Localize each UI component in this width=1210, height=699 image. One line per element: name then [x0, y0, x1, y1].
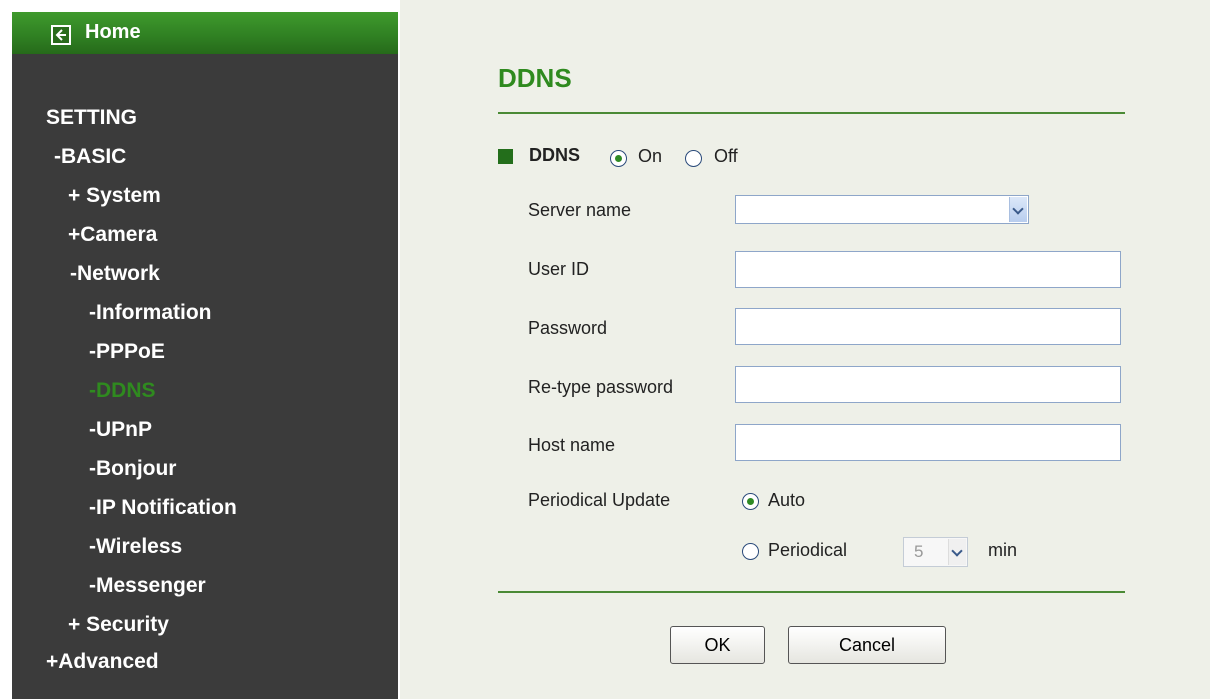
menu-system[interactable]: + System: [68, 184, 161, 208]
home-link[interactable]: Home: [12, 12, 398, 54]
menu-wireless[interactable]: -Wireless: [89, 535, 182, 559]
section-bullet-icon: [498, 149, 513, 164]
server-name-select[interactable]: [735, 195, 1029, 224]
cancel-button[interactable]: Cancel: [788, 626, 946, 664]
divider-top: [498, 112, 1125, 114]
period-value: 5: [914, 542, 924, 561]
host-name-label: Host name: [528, 435, 616, 455]
menu-upnp[interactable]: -UPnP: [89, 418, 152, 442]
ddns-off-radio[interactable]: [685, 150, 702, 167]
menu-setting[interactable]: SETTING: [46, 106, 137, 130]
ddns-label: DDNS: [529, 145, 581, 165]
home-label: Home: [85, 21, 141, 43]
ddns-on-radio[interactable]: [610, 150, 627, 167]
host-name-input[interactable]: [735, 424, 1121, 461]
auto-label: Auto: [768, 490, 806, 510]
menu-camera[interactable]: +Camera: [68, 223, 157, 247]
sidebar-panel: Home SETTING -BASIC + System +Camera -Ne…: [12, 12, 398, 699]
user-id-input[interactable]: [735, 251, 1121, 288]
password-label: Password: [528, 318, 608, 338]
password-input[interactable]: [735, 308, 1121, 345]
menu-advanced[interactable]: +Advanced: [46, 650, 159, 674]
ok-button[interactable]: OK: [670, 626, 765, 664]
ddns-off-label: Off: [714, 146, 738, 166]
ddns-on-label: On: [638, 146, 663, 166]
menu-information[interactable]: -Information: [89, 301, 211, 325]
menu-basic[interactable]: -BASIC: [54, 145, 126, 169]
user-id-label: User ID: [528, 259, 590, 279]
menu-ip-notification[interactable]: -IP Notification: [89, 496, 237, 520]
back-arrow-icon: [51, 25, 71, 45]
chevron-down-icon[interactable]: [1009, 197, 1027, 222]
period-chevron-down-icon[interactable]: [948, 539, 966, 565]
menu-network[interactable]: -Network: [70, 262, 160, 286]
divider-bottom: [498, 591, 1125, 593]
menu-bonjour[interactable]: -Bonjour: [89, 457, 176, 481]
menu-security[interactable]: + Security: [68, 613, 169, 637]
menu-ddns[interactable]: -DDNS: [89, 379, 156, 403]
periodical-label: Periodical: [768, 540, 848, 560]
period-select[interactable]: 5: [903, 537, 968, 567]
menu-messenger[interactable]: -Messenger: [89, 574, 206, 598]
page-title: DDNS: [498, 63, 572, 93]
menu-pppoe[interactable]: -PPPoE: [89, 340, 165, 364]
retype-password-input[interactable]: [735, 366, 1121, 403]
retype-password-label: Re-type password: [528, 377, 674, 397]
min-label: min: [988, 540, 1018, 560]
server-name-label: Server name: [528, 200, 632, 220]
sidebar: Home SETTING -BASIC + System +Camera -Ne…: [0, 0, 400, 699]
periodical-radio[interactable]: [742, 543, 759, 560]
main-content: DDNS DDNS On Off Server name User ID Pas…: [400, 0, 1210, 699]
auto-radio[interactable]: [742, 493, 759, 510]
periodical-update-label: Periodical Update: [528, 490, 671, 510]
